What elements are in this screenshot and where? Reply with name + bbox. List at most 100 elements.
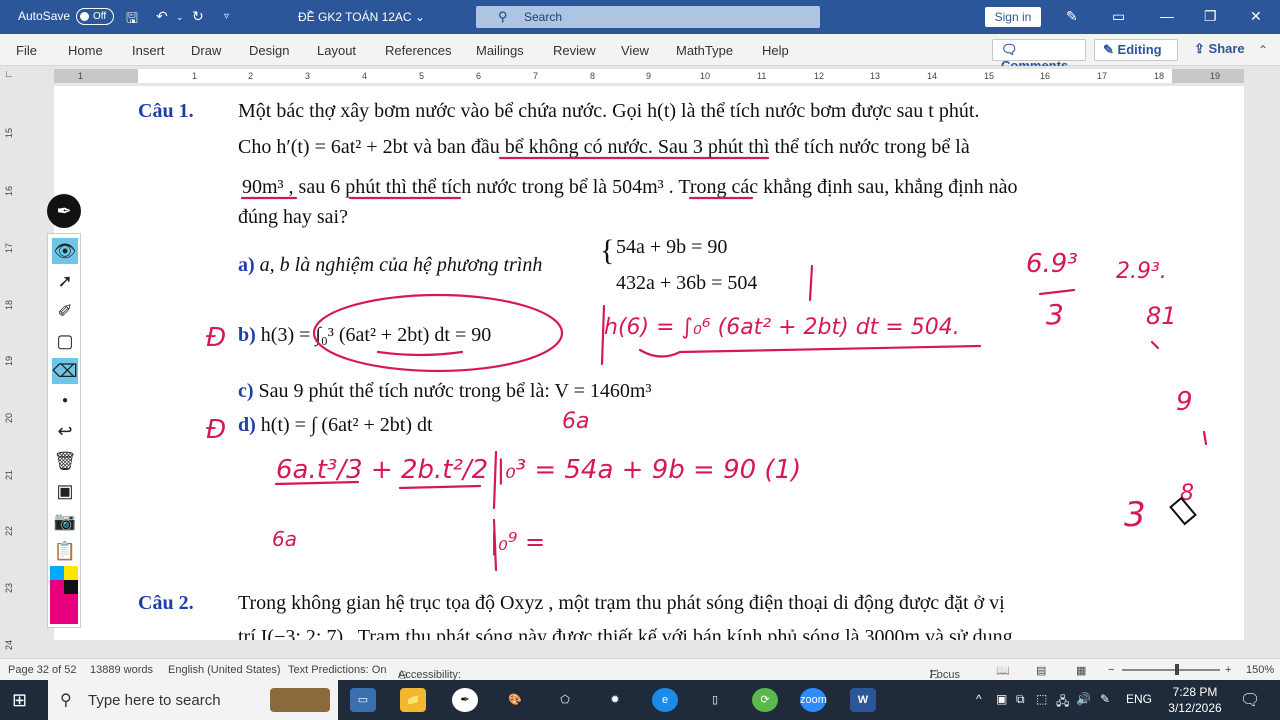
option-d[interactable]: d) h(t) = ∫ (6at² + 2bt) dt xyxy=(238,414,433,437)
pen-tool-logo-icon[interactable]: ✒ xyxy=(47,194,81,228)
zoom-in-icon[interactable]: + xyxy=(1225,664,1231,676)
pen-icon[interactable]: ✎ xyxy=(1066,8,1078,25)
question-1-line[interactable]: 90m³ , sau 6 phút thì thể tích nước tron… xyxy=(242,176,1018,199)
clipboard-icon[interactable]: 📋 xyxy=(52,538,78,564)
ruler-number: 18 xyxy=(1154,71,1165,81)
paint-app-icon[interactable]: 🎨 xyxy=(502,688,528,712)
minimize-icon[interactable]: — xyxy=(1160,8,1174,24)
document-title[interactable]: ĐỀ GK2 TOÁN 12AC ⌄ xyxy=(298,10,425,24)
tab-layout[interactable]: Layout xyxy=(317,43,356,58)
zoom-level[interactable]: 150% xyxy=(1246,664,1274,676)
question-2-line[interactable]: trí I(−3; 2; 7) . Trạm thu phát sóng này… xyxy=(238,626,1013,640)
tab-insert[interactable]: Insert xyxy=(132,43,165,58)
eye-icon[interactable]: 👁 xyxy=(52,238,78,264)
search-highlight-image[interactable] xyxy=(270,688,330,712)
tab-view[interactable]: View xyxy=(621,43,649,58)
rectangle-icon[interactable]: ▢ xyxy=(52,328,78,354)
share-button[interactable]: ⇪ Share xyxy=(1186,39,1262,61)
language-status[interactable]: English (United States) xyxy=(168,664,281,676)
vruler-number: 24 xyxy=(4,639,15,651)
page-count[interactable]: Page 32 of 52 xyxy=(8,664,77,676)
system-equation-1: 54a + 9b = 90 xyxy=(616,236,728,258)
word-app-icon[interactable]: W xyxy=(850,688,876,712)
text-predictions-status[interactable]: Text Predictions: On xyxy=(288,664,386,676)
save-icon[interactable]: 🖫 xyxy=(126,8,138,32)
redo-icon[interactable]: ↻ xyxy=(192,8,204,25)
trash-icon[interactable]: 🗑 xyxy=(52,448,78,474)
question-1-line[interactable]: Một bác thợ xây bơm nước vào bể chứa nướ… xyxy=(238,100,979,123)
color-swatch-yellow[interactable] xyxy=(64,566,78,580)
customize-qat-icon[interactable]: ▿ xyxy=(224,11,229,22)
tray-app-icon[interactable]: ⬚ xyxy=(1036,692,1047,706)
ruler-number: 6 xyxy=(476,71,482,81)
input-language[interactable]: ENG xyxy=(1126,692,1152,706)
geogebra-icon[interactable]: ⬠ xyxy=(552,688,578,712)
tab-draw[interactable]: Draw xyxy=(191,43,221,58)
settings-app-icon[interactable]: ✹ xyxy=(602,688,628,712)
pen-app-icon[interactable]: ✒ xyxy=(452,688,478,712)
question-2-line[interactable]: Trong không gian hệ trục tọa độ Oxyz , m… xyxy=(238,592,1005,615)
print-layout-icon[interactable]: ▤ xyxy=(1036,664,1046,677)
editing-button[interactable]: ✎ Editing ⌄ xyxy=(1094,39,1178,72)
app-remote-icon[interactable]: ▭ xyxy=(350,688,376,712)
tab-file[interactable]: File xyxy=(16,43,37,58)
tab-home[interactable]: Home xyxy=(68,43,103,58)
zoom-out-icon[interactable]: − xyxy=(1108,664,1114,676)
file-explorer-icon[interactable]: 📁 xyxy=(400,688,426,712)
color-palette[interactable] xyxy=(50,566,78,624)
volume-icon[interactable]: 🔊 xyxy=(1076,692,1091,706)
question-1-line[interactable]: Cho h′(t) = 6at² + 2bt và ban đầu bể khô… xyxy=(238,136,970,159)
color-swatch-cyan[interactable] xyxy=(50,566,64,580)
question-1-line[interactable]: đúng hay sai? xyxy=(238,206,348,229)
tray-app-icon[interactable]: ▣ xyxy=(996,692,1007,706)
tab-review[interactable]: Review xyxy=(553,43,596,58)
tab-selector-icon[interactable]: ∟ xyxy=(4,69,18,83)
color-swatch-black[interactable] xyxy=(64,580,78,594)
calculator-icon[interactable]: ▯ xyxy=(702,688,728,712)
close-icon[interactable]: ✕ xyxy=(1250,8,1262,25)
option-c[interactable]: c) Sau 9 phút thể tích nước trong bể là:… xyxy=(238,380,651,403)
camera-icon[interactable]: 📷 xyxy=(52,508,78,534)
whiteboard-icon[interactable]: ▣ xyxy=(52,478,78,504)
color-swatch-magenta[interactable] xyxy=(50,580,64,594)
tab-design[interactable]: Design xyxy=(249,43,289,58)
tab-mathtype[interactable]: MathType xyxy=(676,43,733,58)
restore-icon[interactable]: ❐ xyxy=(1204,8,1217,25)
collapse-ribbon-icon[interactable]: ⌃ xyxy=(1258,43,1268,57)
web-layout-icon[interactable]: ▦ xyxy=(1076,664,1086,677)
read-mode-icon[interactable]: 📖 xyxy=(996,664,1010,677)
tab-mailings[interactable]: Mailings xyxy=(476,43,524,58)
undo-arrow-icon[interactable]: ↩ xyxy=(52,418,78,444)
undo-dropdown-icon[interactable]: ⌄ xyxy=(176,12,184,23)
tab-help[interactable]: Help xyxy=(762,43,789,58)
eraser-icon[interactable]: ⌫ xyxy=(52,358,78,384)
pointer-icon[interactable]: ➚ xyxy=(52,268,78,294)
search-box[interactable]: ⚲ Search xyxy=(476,6,820,28)
sign-in-button[interactable]: Sign in xyxy=(985,7,1041,27)
ribbon-display-icon[interactable]: ▭ xyxy=(1112,8,1125,25)
option-b[interactable]: b) h(3) = ∫₀³ (6at² + 2bt) dt = 90 xyxy=(238,324,491,347)
highlighter-icon[interactable]: ✐ xyxy=(52,298,78,324)
zoom-app-icon[interactable]: zoom xyxy=(800,688,827,712)
tray-app-icon[interactable]: ⧉ xyxy=(1016,692,1025,707)
system-equation-2: 432a + 36b = 504 xyxy=(616,272,758,294)
autosave-toggle[interactable]: Off xyxy=(76,8,114,25)
notifications-icon[interactable]: 🗨 xyxy=(1240,690,1260,710)
system-clock[interactable]: 7:28 PM 3/12/2026 xyxy=(1160,684,1230,716)
zoom-slider-thumb[interactable] xyxy=(1175,664,1179,675)
zoom-slider[interactable] xyxy=(1122,669,1220,671)
word-count[interactable]: 13889 words xyxy=(90,664,153,676)
green-app-icon[interactable]: ⟳ xyxy=(752,688,778,712)
pen-tray-icon[interactable]: ✎ xyxy=(1100,692,1110,706)
comments-button[interactable]: 🗨 Comments xyxy=(992,39,1086,73)
windows-start-icon[interactable]: ⊞ xyxy=(12,690,27,711)
option-a[interactable]: a) a, b là nghiệm của hệ phương trình xyxy=(238,254,542,277)
network-icon[interactable]: 🖧 xyxy=(1056,692,1069,713)
tab-references[interactable]: References xyxy=(385,43,451,58)
tray-chevron-icon[interactable]: ^ xyxy=(976,692,982,706)
document-page[interactable]: Câu 1. Một bác thợ xây bơm nước vào bể c… xyxy=(54,86,1244,640)
edge-browser-icon[interactable]: e xyxy=(652,688,678,712)
undo-icon[interactable]: ↶ xyxy=(156,8,168,25)
color-swatch-selected[interactable] xyxy=(50,594,78,624)
dot-size-icon[interactable]: ● xyxy=(52,388,78,414)
